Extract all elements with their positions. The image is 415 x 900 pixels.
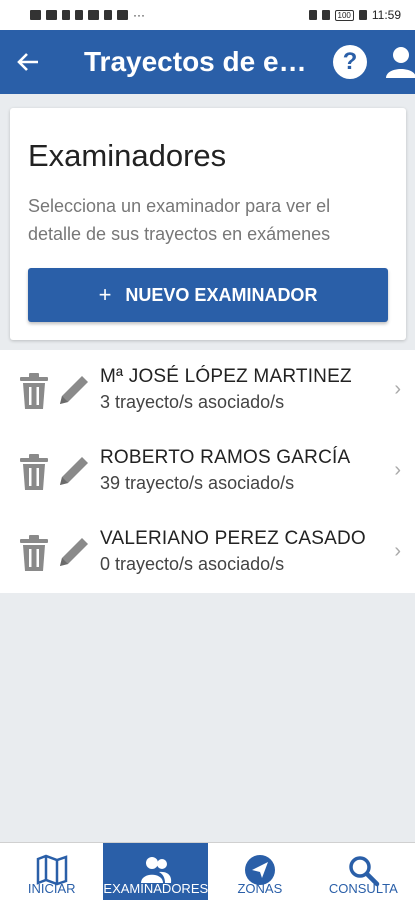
trash-icon[interactable] xyxy=(18,534,50,572)
help-button[interactable]: ? xyxy=(333,45,367,79)
chevron-right-icon: › xyxy=(394,540,401,562)
new-examiner-button[interactable]: + NUEVO EXAMINADOR xyxy=(28,268,388,322)
charging-icon xyxy=(358,10,367,20)
pencil-icon[interactable] xyxy=(58,453,92,487)
status-icons-left: ··· xyxy=(30,8,145,22)
examiner-info: VALERIANO PEREZ CASADO 0 trayecto/s asoc… xyxy=(100,528,366,575)
examiner-info: Mª JOSÉ LÓPEZ MARTINEZ 3 trayecto/s asoc… xyxy=(100,366,352,413)
user-button[interactable] xyxy=(386,44,415,80)
examiner-list: Mª JOSÉ LÓPEZ MARTINEZ 3 trayecto/s asoc… xyxy=(0,350,415,593)
nav-label: ZONAS xyxy=(237,881,283,896)
examiner-routes: 39 trayecto/s asociado/s xyxy=(100,473,295,493)
mail-icon xyxy=(88,10,99,20)
nav-iniciar[interactable]: INICIAR xyxy=(0,843,103,900)
examiner-name: Mª JOSÉ LÓPEZ MARTINEZ xyxy=(100,366,352,387)
section-description: Selecciona un examinador para ver el det… xyxy=(28,196,331,244)
nav-label: EXAMINADORES xyxy=(103,881,209,896)
examiner-name: ROBERTO RAMOS GARCÍA xyxy=(100,447,351,468)
pencil-icon[interactable] xyxy=(58,534,92,568)
nav-label: INICIAR xyxy=(27,881,76,896)
battery-indicator: 100 xyxy=(334,9,354,21)
sync-icon xyxy=(62,10,70,20)
page-title: Trayectos de exámenes xyxy=(84,46,320,77)
section-title: Examinadores xyxy=(28,138,227,173)
plus-icon: + xyxy=(98,282,112,307)
usb-icon xyxy=(75,10,83,20)
arrow-left-icon xyxy=(17,53,38,71)
examiner-routes: 3 trayecto/s asociado/s xyxy=(100,392,285,412)
signal-icon xyxy=(30,10,41,20)
intro-card: Examinadores Selecciona un examinador pa… xyxy=(10,108,406,340)
trash-icon[interactable] xyxy=(18,372,50,410)
app-bar: Trayectos de exámenes ? xyxy=(0,30,415,94)
pencil-icon[interactable] xyxy=(58,372,92,406)
new-examiner-label: NUEVO EXAMINADOR xyxy=(125,284,318,305)
bottom-navigation: INICIAR EXAMINADORES ZONAS CONSULTA xyxy=(0,842,415,900)
examiner-routes: 0 trayecto/s asociado/s xyxy=(100,554,285,574)
more-icon: ··· xyxy=(133,8,145,22)
wifi-icon xyxy=(46,10,57,20)
examiner-info: ROBERTO RAMOS GARCÍA 39 trayecto/s asoci… xyxy=(100,447,350,494)
nav-examinadores[interactable]: EXAMINADORES xyxy=(103,843,209,900)
gallery-icon xyxy=(117,10,128,20)
bluetooth-icon xyxy=(308,10,317,20)
examiner-name: VALERIANO PEREZ CASADO xyxy=(100,528,366,549)
trash-icon[interactable] xyxy=(18,453,50,491)
notification-icon xyxy=(104,10,112,20)
chevron-right-icon: › xyxy=(394,459,401,481)
chevron-right-icon: › xyxy=(394,378,401,400)
examiner-row[interactable]: Mª JOSÉ LÓPEZ MARTINEZ 3 trayecto/s asoc… xyxy=(0,350,415,431)
status-bar: ··· 100 11:59 xyxy=(0,0,415,30)
vibrate-icon xyxy=(321,10,330,20)
user-icon xyxy=(386,47,415,78)
nav-zonas[interactable]: ZONAS xyxy=(208,843,311,900)
nav-consulta[interactable]: CONSULTA xyxy=(312,843,415,900)
examiner-row[interactable]: ROBERTO RAMOS GARCÍA 39 trayecto/s asoci… xyxy=(0,431,415,512)
back-button[interactable] xyxy=(0,30,56,94)
examiner-row[interactable]: VALERIANO PEREZ CASADO 0 trayecto/s asoc… xyxy=(0,512,415,593)
nav-label: CONSULTA xyxy=(328,881,398,896)
status-icons-right: 100 11:59 xyxy=(308,8,401,22)
clock: 11:59 xyxy=(371,8,401,22)
